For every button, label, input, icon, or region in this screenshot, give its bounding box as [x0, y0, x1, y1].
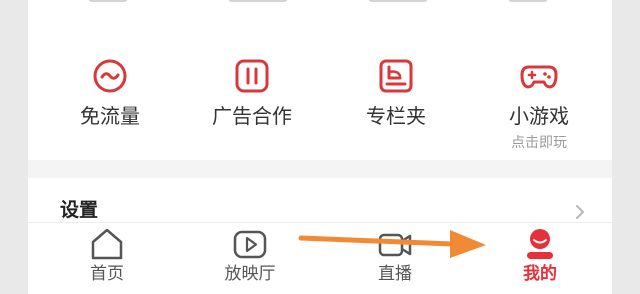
tool-column-folder[interactable]: 专栏夹 — [336, 56, 456, 128]
section-divider — [28, 160, 612, 178]
gamepad-icon — [520, 65, 558, 89]
tab-live[interactable]: 直播 — [345, 227, 445, 285]
tab-label: 直播 — [378, 264, 412, 284]
cropped-top-row — [28, 0, 612, 12]
profile-screen: 免流量 广告合作 专栏夹 小游戏 点击即玩 设置 首页 放映厅 直播 我的 — [28, 0, 612, 294]
tool-label: 小游戏 — [509, 104, 569, 128]
home-icon — [91, 228, 123, 260]
tab-label: 放映厅 — [224, 264, 276, 284]
tool-label: 专栏夹 — [366, 104, 426, 128]
tab-label: 我的 — [523, 264, 557, 284]
tool-sublabel: 点击即玩 — [511, 135, 567, 151]
smile-circle-icon — [93, 59, 127, 93]
tab-me[interactable]: 我的 — [490, 227, 590, 285]
tool-free-data[interactable]: 免流量 — [50, 56, 170, 128]
pause-square-icon — [235, 59, 269, 93]
tool-label: 免流量 — [80, 104, 140, 128]
tab-home[interactable]: 首页 — [57, 227, 157, 285]
column-folder-icon — [379, 59, 413, 93]
chevron-right-icon — [576, 205, 584, 219]
tab-theater[interactable]: 放映厅 — [200, 227, 300, 285]
settings-title: 设置 — [60, 199, 99, 221]
tab-label: 首页 — [90, 264, 124, 284]
play-icon — [233, 230, 267, 259]
tool-ad-cooperation[interactable]: 广告合作 — [192, 56, 312, 128]
camera-icon — [378, 233, 412, 257]
tool-label: 广告合作 — [212, 104, 292, 128]
tool-grid: 免流量 广告合作 专栏夹 小游戏 点击即玩 — [28, 56, 612, 160]
bottom-tab-bar: 首页 放映厅 直播 我的 — [28, 222, 612, 294]
tool-mini-games[interactable]: 小游戏 点击即玩 — [479, 56, 599, 152]
settings-row[interactable]: 设置 — [28, 178, 612, 222]
profile-icon — [527, 229, 553, 259]
